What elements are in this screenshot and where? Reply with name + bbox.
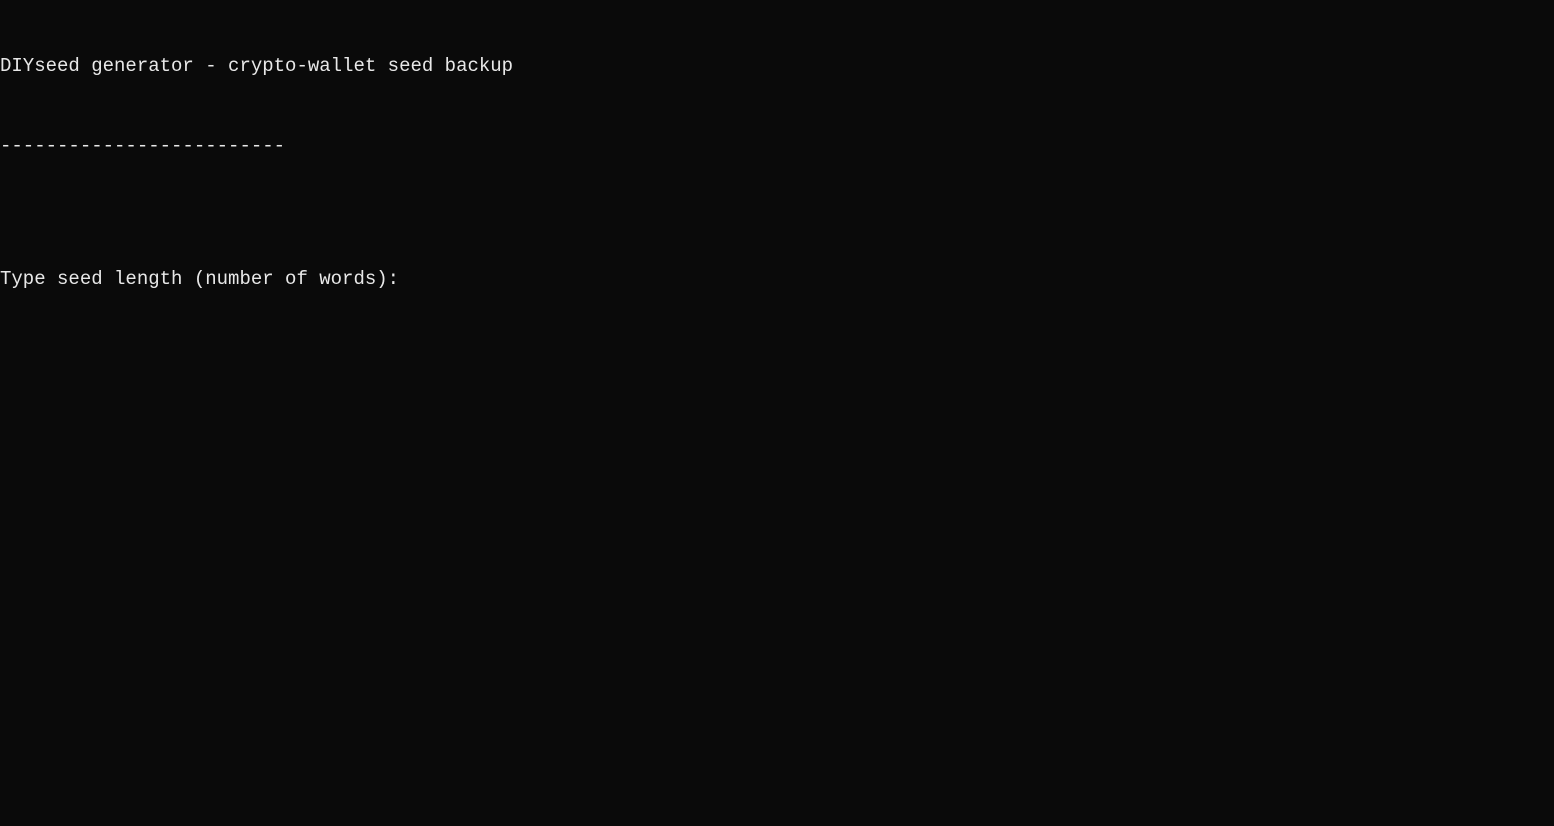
terminal-output: DIYseed generator - crypto-wallet seed b… (0, 0, 1554, 319)
prompt-line: Type seed length (number of words): (0, 266, 1554, 293)
seed-length-input[interactable] (405, 268, 645, 290)
separator-line: ------------------------- (0, 133, 1554, 160)
prompt-text: Type seed length (number of words): (0, 266, 399, 293)
title-line: DIYseed generator - crypto-wallet seed b… (0, 53, 1554, 80)
